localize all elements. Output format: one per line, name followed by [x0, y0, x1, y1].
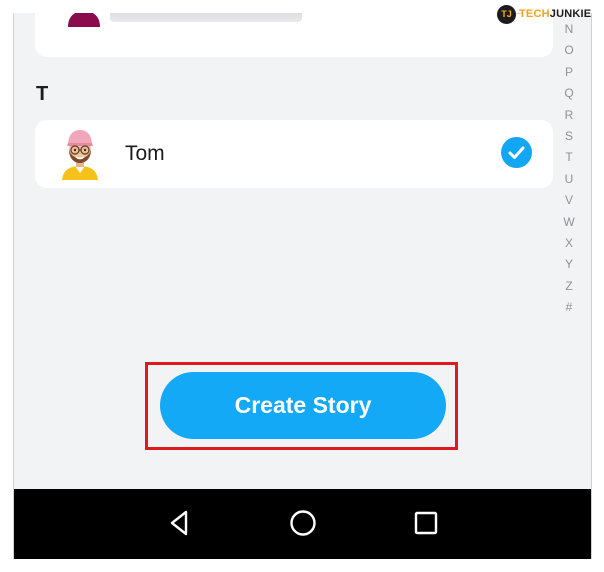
bitmoji-silhouette-icon [68, 13, 100, 27]
logo-text-tech: TECH [519, 8, 550, 20]
contact-name-tom: Tom [125, 142, 165, 165]
checkmark-icon [508, 146, 525, 159]
screenshot-frame: T Tom N O P Q R S T U V W X Y Z # Create… [0, 0, 604, 572]
alphabet-index[interactable]: N O P Q R S T U V W X Y Z # [561, 19, 577, 318]
index-letter[interactable]: S [561, 126, 577, 147]
create-story-button[interactable]: Create Story [160, 372, 446, 439]
bitmoji-avatar-icon [62, 130, 98, 180]
home-circle-icon[interactable] [287, 507, 319, 539]
index-letter[interactable]: U [561, 169, 577, 190]
index-letter[interactable]: V [561, 190, 577, 211]
blurred-contact-name [110, 13, 302, 22]
logo-text-junkie: JUNKIE [549, 8, 592, 20]
index-letter[interactable]: # [561, 297, 577, 318]
contact-card-partial[interactable] [35, 13, 553, 57]
index-letter[interactable]: R [561, 105, 577, 126]
index-letter[interactable]: T [561, 147, 577, 168]
techjunkie-logo: TJ TECHJUNKIE [497, 3, 591, 25]
logo-text: TECHJUNKIE [519, 8, 591, 20]
index-letter[interactable]: Z [561, 276, 577, 297]
section-header-letter: T [36, 83, 49, 105]
index-letter[interactable]: O [561, 40, 577, 61]
index-letter[interactable]: X [561, 233, 577, 254]
index-letter[interactable]: W [561, 212, 577, 233]
index-letter[interactable]: P [561, 62, 577, 83]
logo-mark: TJ [497, 4, 516, 24]
index-letter[interactable]: Q [561, 83, 577, 104]
selected-checkmark[interactable] [501, 137, 532, 168]
recent-apps-square-icon[interactable] [410, 507, 442, 539]
phone-screen: T Tom N O P Q R S T U V W X Y Z # Create… [13, 13, 592, 559]
index-letter[interactable]: Y [561, 254, 577, 275]
contact-card-tom[interactable]: Tom [35, 120, 553, 188]
android-navigation-bar [14, 489, 591, 559]
back-triangle-icon[interactable] [164, 507, 196, 539]
